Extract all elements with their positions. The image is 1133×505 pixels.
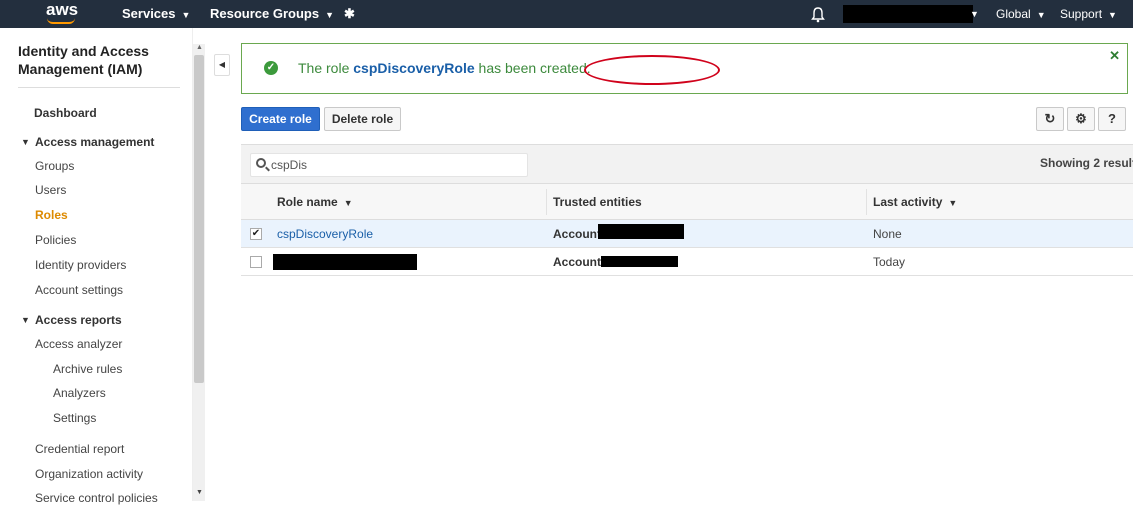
chevron-down-icon: ▼ [181,10,191,20]
results-count: Showing 2 results [1040,156,1133,170]
success-flash: ✓ The role cspDiscoveryRole has been cre… [241,43,1128,94]
last-activity-header-label: Last activity [873,195,943,209]
flash-role-link[interactable]: cspDiscoveryRole [353,60,474,76]
caret-down-icon[interactable]: ▼ [21,137,30,147]
aws-logo-smile [47,18,75,24]
sort-down-icon: ▼ [343,198,353,208]
flash-message: The role cspDiscoveryRole has been creat… [298,60,591,76]
sidebar-item-organization-activity[interactable]: Organization activity [35,467,143,481]
close-icon[interactable]: ✕ [1109,48,1120,64]
services-label: Services [122,6,176,21]
table-header: Role name ▼ Trusted entities Last activit… [241,184,1133,220]
row-checkbox[interactable]: ✔ [250,228,262,240]
sidebar-item-groups[interactable]: Groups [35,159,74,173]
column-header-last-activity[interactable]: Last activity ▼ [873,195,957,209]
roles-table: cspDis Showing 2 results Role name ▼ Trus… [241,144,1133,276]
gear-icon: ⚙ [1075,111,1087,126]
collapse-sidebar-button[interactable]: ◀ [214,54,230,76]
chevron-down-icon: ▼ [970,9,979,19]
check-circle-icon: ✓ [264,61,278,75]
help-button[interactable]: ? [1098,107,1126,131]
column-header-trusted-entities[interactable]: Trusted entities [553,195,642,209]
last-activity-value: Today [873,255,906,269]
sort-down-icon: ▼ [948,198,958,208]
sidebar-title: Identity and Access Management (IAM) [18,43,149,77]
role-name-link[interactable]: cspDiscoveryRole [277,227,373,241]
search-value: cspDis [271,158,308,172]
search-input[interactable]: cspDis [250,153,528,177]
pin-icon[interactable]: ✱ [344,0,355,28]
bell-icon[interactable] [811,0,825,28]
help-icon: ? [1108,111,1116,126]
region-menu[interactable]: Global ▼ [996,0,1046,28]
redacted-account-id [601,256,678,267]
support-menu[interactable]: Support ▼ [1060,0,1117,28]
sidebar-item-account-settings[interactable]: Account settings [35,283,123,297]
chevron-down-icon: ▼ [325,10,335,20]
services-menu[interactable]: Services ▼ [122,0,190,28]
redacted-role-name[interactable] [273,254,417,270]
create-role-button[interactable]: Create role [241,107,320,131]
column-divider [866,189,867,215]
chevron-down-icon: ▼ [1108,10,1117,20]
last-activity-value: None [873,227,902,241]
sidebar-item-roles[interactable]: Roles [35,208,68,222]
sidebar-item-settings[interactable]: Settings [53,411,96,425]
refresh-button[interactable]: ↻ [1036,107,1064,131]
sidebar-item-analyzers[interactable]: Analyzers [53,386,106,400]
divider [18,87,180,88]
sidebar-item-access-analyzer[interactable]: Access analyzer [35,337,122,351]
sidebar-item-policies[interactable]: Policies [35,233,76,247]
redacted-account-id [598,224,684,239]
row-checkbox[interactable] [250,256,262,268]
table-row[interactable]: Account: Today [241,248,1133,276]
flash-prefix: The role [298,60,354,76]
scroll-up-icon[interactable]: ▲ [196,44,203,51]
sidebar-item-dashboard[interactable]: Dashboard [34,106,97,120]
region-label: Global [996,7,1031,21]
column-header-role-name[interactable]: Role name ▼ [277,195,353,209]
caret-left-icon: ◀ [218,60,226,69]
refresh-icon: ↻ [1044,111,1056,126]
delete-role-button[interactable]: Delete role [324,107,401,131]
sidebar-item-archive-rules[interactable]: Archive rules [53,362,122,376]
top-nav: aws Services ▼ Resource Groups ▼ ✱ ▼ Globa… [0,0,1133,28]
sidebar: Identity and Access Management (IAM) Das… [0,28,193,505]
sidebar-item-service-control-policies[interactable]: Service control policies [35,491,158,505]
flash-suffix: has been created. [474,60,591,76]
column-divider [546,189,547,215]
chevron-down-icon: ▼ [1036,10,1046,20]
sidebar-section-access-reports[interactable]: Access reports [35,313,122,327]
resource-groups-label: Resource Groups [210,6,320,21]
search-icon [256,158,266,168]
resource-groups-menu[interactable]: Resource Groups ▼ [210,0,334,28]
role-name-header-label: Role name [277,195,338,209]
trusted-entity-label: Account: [553,255,605,269]
settings-button[interactable]: ⚙ [1067,107,1095,131]
sidebar-item-credential-report[interactable]: Credential report [35,442,124,456]
table-row[interactable]: ✔ cspDiscoveryRole Account: None [241,220,1133,248]
annotation-ellipse [584,55,720,85]
table-toolbar: cspDis Showing 2 results [241,144,1133,184]
sidebar-scrollbar-thumb[interactable] [194,55,204,383]
sidebar-item-identity-providers[interactable]: Identity providers [35,258,126,272]
sidebar-item-users[interactable]: Users [35,183,66,197]
sidebar-section-access-management[interactable]: Access management [35,135,154,149]
account-menu-redacted[interactable] [843,5,973,23]
scroll-down-icon[interactable]: ▼ [196,489,203,496]
caret-down-icon[interactable]: ▼ [21,315,30,325]
support-label: Support [1060,7,1103,21]
